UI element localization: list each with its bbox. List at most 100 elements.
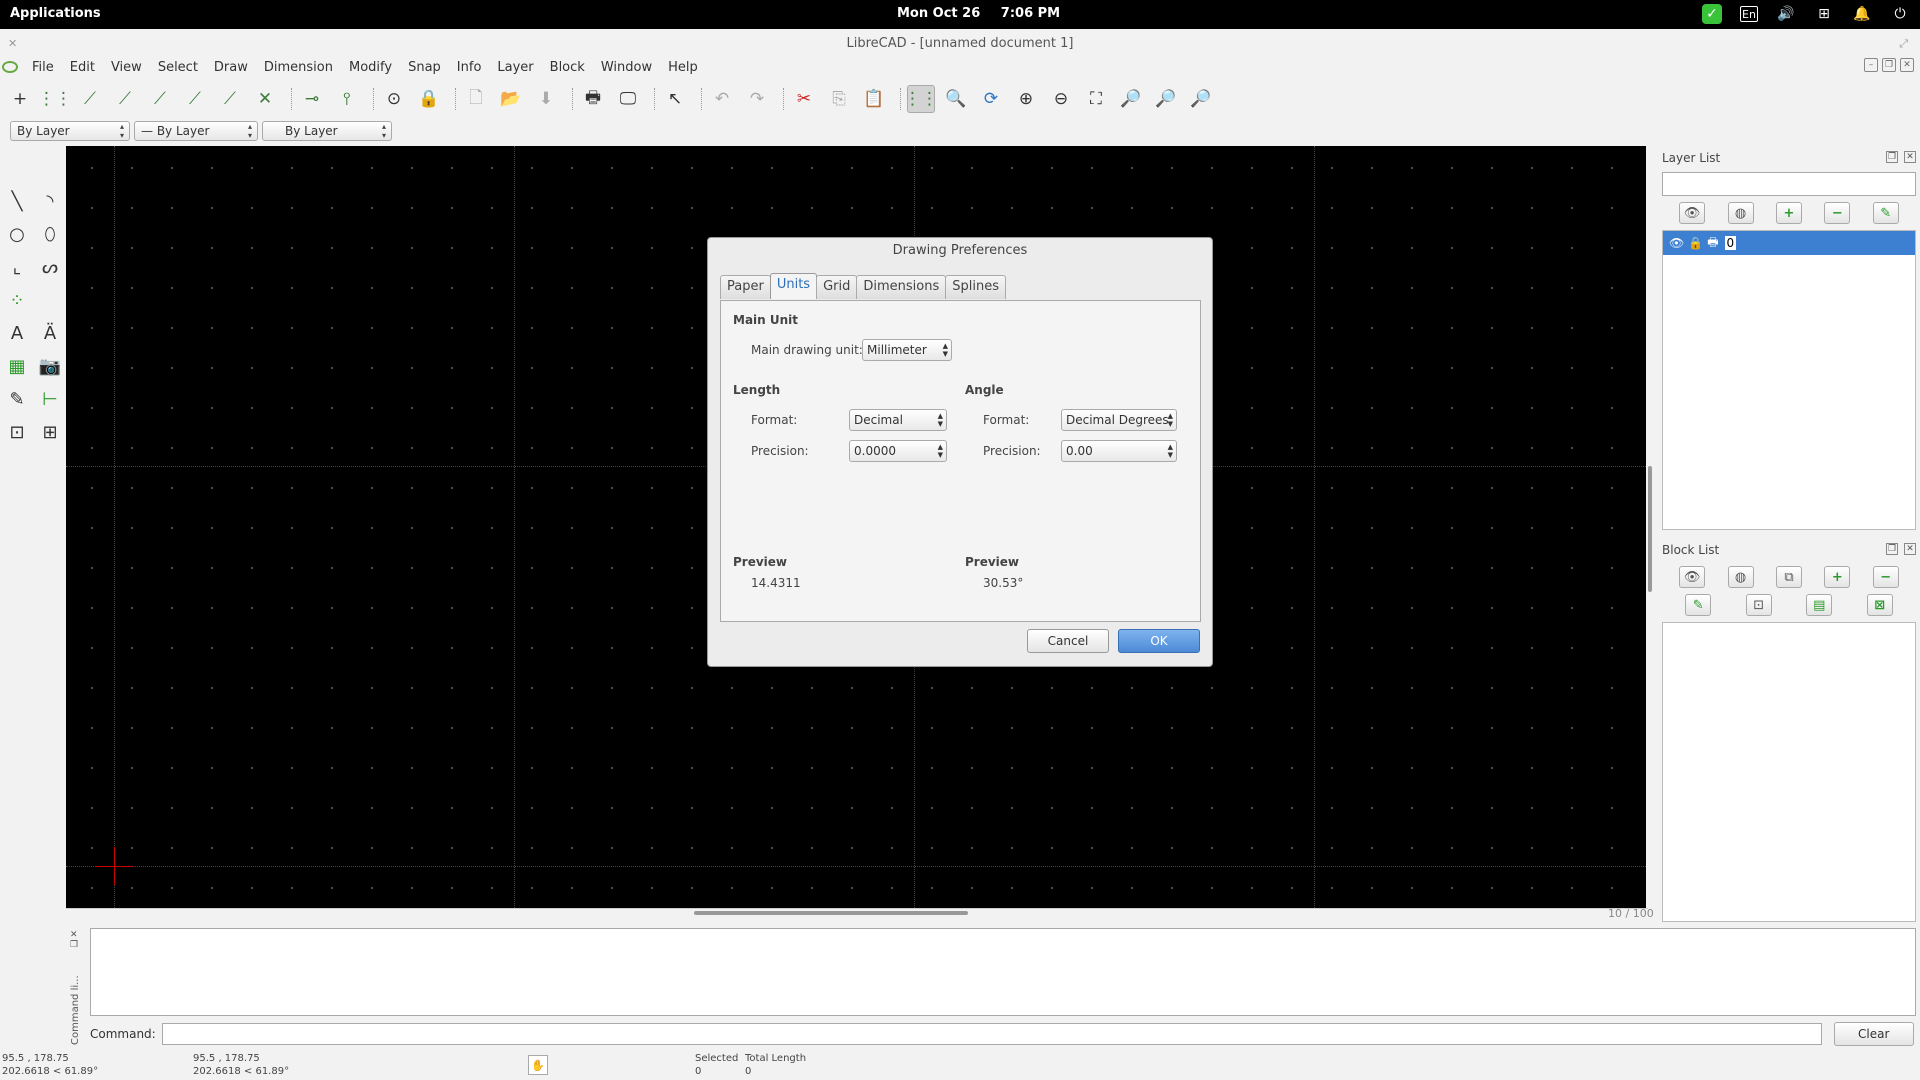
snap-grid-icon[interactable]: ⋮⋮ [38,85,72,113]
zoom-pan-icon[interactable]: 🔎 [1187,85,1215,113]
redraw-icon[interactable]: ⟳ [977,85,1005,113]
volume-icon[interactable]: 🔊 [1776,4,1796,24]
mdi-minimize-icon[interactable]: – [1864,58,1878,72]
network-icon[interactable]: ⊞ [1814,4,1834,24]
open-folder-icon[interactable]: 📂 [497,85,525,113]
snap-intersection-icon[interactable]: ✕ [251,85,279,113]
pen-color-select[interactable]: By Layer [10,121,130,141]
paste-icon[interactable]: 📋 [860,85,888,113]
redo-icon[interactable]: ↷ [743,85,771,113]
layer-row[interactable]: 👁 🔒 🖶 0 [1663,231,1915,255]
close-icon[interactable]: ✕ [1904,543,1916,555]
menu-info[interactable]: Info [449,60,490,75]
notification-bell-icon[interactable]: 🔔 [1852,4,1872,24]
mdi-close-icon[interactable]: ✕ [1900,58,1914,72]
float-icon[interactable]: ❐ [1886,543,1898,555]
zoom-previous-icon[interactable]: 🔎 [1117,85,1145,113]
layer-filter-input[interactable] [1662,172,1916,196]
save-block-icon[interactable]: ⊡ [1745,594,1772,616]
menu-draw[interactable]: Draw [206,60,256,75]
cancel-button[interactable]: Cancel [1027,629,1109,653]
toggle-grid-icon[interactable]: ⋮⋮ [904,85,938,113]
clock[interactable]: Mon Oct 26 7:06 PM [897,6,1076,21]
new-file-icon[interactable]: 🗋 [462,85,490,113]
canvas-horizontal-scrollbar[interactable] [66,908,1648,916]
measure-tool-icon[interactable]: ⊢ [35,384,65,414]
updates-check-icon[interactable]: ✓ [1702,4,1722,24]
menu-select[interactable]: Select [150,60,206,75]
applications-menu[interactable]: Applications [10,6,101,21]
menu-snap[interactable]: Snap [400,60,449,75]
insert-block-icon[interactable]: ▤ [1806,594,1833,616]
cut-icon[interactable]: ✂ [790,85,818,113]
pen-width-select[interactable]: By Layer [262,121,392,141]
draft-mode-icon[interactable]: 🔍 [942,85,970,113]
add-layer-icon[interactable]: + [1775,202,1802,224]
float-icon[interactable]: ❐ [1886,151,1898,163]
create-block-icon[interactable]: ⧉ [1775,566,1802,588]
snap-distance-icon[interactable]: ⟋ [216,85,244,113]
command-input[interactable] [161,1023,1822,1045]
window-close-icon[interactable]: ✕ [8,29,17,59]
snap-center-icon[interactable]: ⟋ [146,85,174,113]
angle-format-select[interactable]: Decimal Degrees ▲ ▼ [1061,409,1177,431]
zoom-window-icon[interactable]: 🔎 [1152,85,1180,113]
print-icon[interactable]: 🖶 [579,85,607,113]
clear-button[interactable]: Clear [1833,1022,1914,1046]
hide-all-blocks-icon[interactable]: ◍ [1727,566,1754,588]
modify-tool-icon[interactable]: ✎ [2,384,32,414]
edit-layer-icon[interactable]: ✎ [1872,202,1899,224]
scrollbar-thumb[interactable] [694,911,968,915]
pointer-icon[interactable]: ↖ [661,85,689,113]
tab-dimensions[interactable]: Dimensions [856,275,947,299]
snap-middle-icon[interactable]: ⟋ [181,85,209,113]
main-unit-select[interactable]: Millimeter ▲ ▼ [862,339,952,361]
show-all-blocks-icon[interactable]: 👁 [1679,566,1706,588]
circle-tool-icon[interactable]: ○ [2,219,32,249]
menu-block[interactable]: Block [542,60,593,75]
image-tool-icon[interactable]: 📷 [35,351,65,381]
arc-tool-icon[interactable]: ◝ [35,186,65,216]
angle-precision-select[interactable]: 0.00 ▲ ▼ [1061,440,1177,462]
lock-relative-zero-icon[interactable]: 🔒 [415,85,443,113]
keyboard-language-indicator[interactable]: En [1740,6,1758,22]
zoom-out-icon[interactable]: ⊖ [1047,85,1075,113]
zoom-auto-icon[interactable]: ⛶ [1082,85,1110,113]
menu-edit[interactable]: Edit [62,60,103,75]
snap-free-icon[interactable]: + [6,85,34,113]
relative-zero-icon[interactable]: ⊙ [380,85,408,113]
float-icon[interactable]: ❐ [70,940,88,950]
menu-file[interactable]: File [24,60,62,75]
remove-block-icon[interactable]: − [1872,566,1899,588]
edit-block-icon[interactable]: ✎ [1685,594,1712,616]
length-precision-select[interactable]: 0.0000 ▲ ▼ [849,440,947,462]
rename-block-icon[interactable]: ⊠ [1866,594,1893,616]
close-icon[interactable]: ✕ [70,930,88,940]
mdi-restore-icon[interactable]: ❐ [1882,58,1896,72]
restrict-horizontal-icon[interactable]: ⊸ [298,85,326,113]
length-format-select[interactable]: Decimal ▲ ▼ [849,409,947,431]
printer-icon[interactable]: 🖶 [1707,233,1718,254]
ok-button[interactable]: OK [1118,629,1200,653]
scrollbar-thumb[interactable] [1648,466,1652,592]
undo-icon[interactable]: ↶ [708,85,736,113]
tab-splines[interactable]: Splines [945,275,1006,299]
select-tool-icon[interactable]: ⊞ [35,417,65,447]
pen-linetype-select[interactable]: — By Layer [134,121,258,141]
zoom-in-icon[interactable]: ⊕ [1012,85,1040,113]
window-restore-icon[interactable]: ⤢ [1899,29,1908,59]
tab-units[interactable]: Units [769,273,818,299]
text-tool-icon[interactable]: A [2,318,32,348]
remove-layer-icon[interactable]: − [1824,202,1851,224]
show-all-layers-icon[interactable]: 👁 [1679,202,1706,224]
menu-view[interactable]: View [103,60,150,75]
restrict-vertical-icon[interactable]: ⫯ [333,85,361,113]
power-icon[interactable]: ⏻ [1890,4,1910,24]
lock-icon[interactable]: 🔒 [1688,236,1703,250]
hide-all-layers-icon[interactable]: ◍ [1727,202,1754,224]
copy-icon[interactable]: ⎘ [825,85,853,113]
menu-dimension[interactable]: Dimension [256,60,341,75]
ellipse-tool-icon[interactable]: ⬯ [35,219,65,249]
menu-window[interactable]: Window [593,60,660,75]
tab-grid[interactable]: Grid [816,275,858,299]
